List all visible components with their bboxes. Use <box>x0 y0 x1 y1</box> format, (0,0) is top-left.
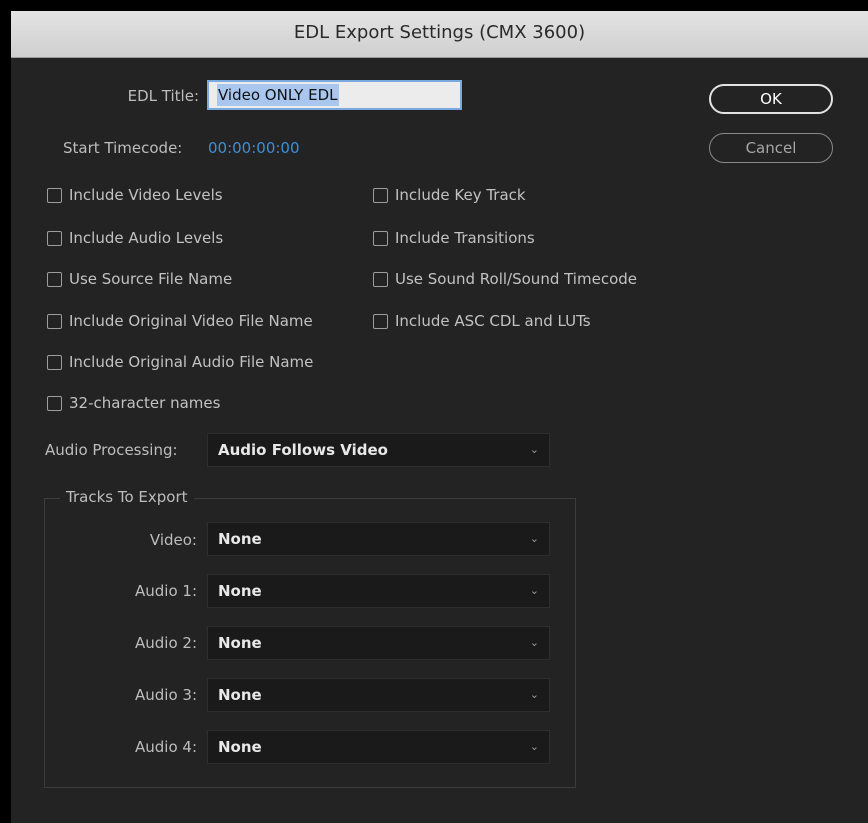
checkbox-label: 32-character names <box>69 394 221 412</box>
audio-3-track-dropdown[interactable]: None ⌄ <box>207 678 550 712</box>
checkbox-label: Include Audio Levels <box>69 229 224 247</box>
chevron-down-icon: ⌄ <box>529 636 539 649</box>
dialog-title: EDL Export Settings (CMX 3600) <box>293 22 586 43</box>
checkbox-unchecked-icon <box>373 271 388 287</box>
audio-4-track-dropdown[interactable]: None ⌄ <box>207 730 550 764</box>
audio-2-track-label: Audio 2: <box>135 634 197 652</box>
32-character-names-checkbox[interactable]: 32-character names <box>47 394 220 412</box>
checkbox-unchecked-icon <box>47 313 62 329</box>
cancel-button[interactable]: Cancel <box>709 133 833 163</box>
include-video-levels-checkbox[interactable]: Include Video Levels <box>47 186 223 204</box>
include-asc-cdl-luts-checkbox[interactable]: Include ASC CDL and LUTs <box>373 312 591 330</box>
include-audio-levels-checkbox[interactable]: Include Audio Levels <box>47 229 223 247</box>
checkbox-unchecked-icon <box>47 271 62 287</box>
checkbox-label: Include Transitions <box>395 229 535 247</box>
include-original-audio-file-name-checkbox[interactable]: Include Original Audio File Name <box>47 353 313 371</box>
dropdown-value: None <box>218 530 262 548</box>
include-original-video-file-name-checkbox[interactable]: Include Original Video File Name <box>47 312 313 330</box>
dropdown-value: None <box>218 738 262 756</box>
checkbox-label: Use Sound Roll/Sound Timecode <box>395 270 637 288</box>
edl-export-dialog: EDL Export Settings (CMX 3600) EDL Title… <box>11 11 868 823</box>
checkbox-unchecked-icon <box>373 230 388 246</box>
video-track-label: Video: <box>149 531 197 549</box>
dropdown-value: None <box>218 686 262 704</box>
checkbox-label: Include Video Levels <box>69 186 223 204</box>
video-track-dropdown[interactable]: None ⌄ <box>207 522 550 556</box>
audio-1-track-dropdown[interactable]: None ⌄ <box>207 574 550 608</box>
audio-processing-label: Audio Processing: <box>45 441 178 459</box>
start-timecode-value[interactable]: 00:00:00:00 <box>208 139 300 157</box>
checkbox-label: Include Original Audio File Name <box>69 353 314 371</box>
use-source-file-name-checkbox[interactable]: Use Source File Name <box>47 270 232 288</box>
audio-2-track-dropdown[interactable]: None ⌄ <box>207 626 550 660</box>
checkbox-unchecked-icon <box>47 187 62 203</box>
checkbox-unchecked-icon <box>373 187 388 203</box>
title-bar: EDL Export Settings (CMX 3600) <box>11 11 868 58</box>
chevron-down-icon: ⌄ <box>529 584 539 597</box>
chevron-down-icon: ⌄ <box>529 443 539 456</box>
checkbox-unchecked-icon <box>373 313 388 329</box>
audio-1-track-label: Audio 1: <box>135 582 197 600</box>
checkbox-unchecked-icon <box>47 354 62 370</box>
edl-title-value: Video ONLY EDL <box>217 84 339 106</box>
chevron-down-icon: ⌄ <box>529 532 539 545</box>
ok-button[interactable]: OK <box>709 84 833 114</box>
start-timecode-label: Start Timecode: <box>63 139 183 157</box>
edl-title-input[interactable]: Video ONLY EDL <box>207 80 462 110</box>
audio-4-track-label: Audio 4: <box>135 738 197 756</box>
dropdown-value: Audio Follows Video <box>218 441 388 459</box>
audio-processing-dropdown[interactable]: Audio Follows Video ⌄ <box>207 433 550 467</box>
dropdown-value: None <box>218 634 262 652</box>
include-key-track-checkbox[interactable]: Include Key Track <box>373 186 526 204</box>
dropdown-value: None <box>218 582 262 600</box>
checkbox-unchecked-icon <box>47 230 62 246</box>
audio-3-track-label: Audio 3: <box>135 686 197 704</box>
edl-title-label: EDL Title: <box>127 87 199 105</box>
tracks-to-export-legend: Tracks To Export <box>60 488 194 506</box>
use-sound-roll-timecode-checkbox[interactable]: Use Sound Roll/Sound Timecode <box>373 270 637 288</box>
checkbox-label: Include Original Video File Name <box>69 312 313 330</box>
checkbox-label: Include Key Track <box>395 186 526 204</box>
chevron-down-icon: ⌄ <box>529 740 539 753</box>
include-transitions-checkbox[interactable]: Include Transitions <box>373 229 535 247</box>
checkbox-unchecked-icon <box>47 395 62 411</box>
checkbox-label: Use Source File Name <box>69 270 233 288</box>
checkbox-label: Include ASC CDL and LUTs <box>395 312 591 330</box>
chevron-down-icon: ⌄ <box>529 688 539 701</box>
